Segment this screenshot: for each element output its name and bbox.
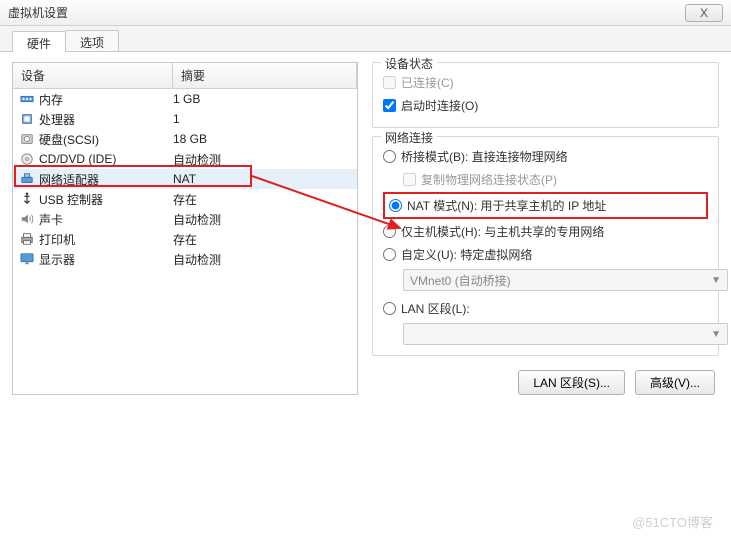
- device-summary: 1 GB: [173, 92, 200, 106]
- sound-icon: [19, 212, 35, 226]
- device-status-group: 设备状态 已连接(C) 启动时连接(O): [372, 62, 719, 128]
- chevron-down-icon: ▼: [711, 275, 721, 286]
- row-highlight-box: [14, 165, 252, 187]
- button-row: LAN 区段(S)... 高级(V)...: [372, 364, 719, 395]
- nat-radio[interactable]: [389, 199, 402, 212]
- chevron-down-icon: ▼: [711, 329, 721, 340]
- disk-icon: [19, 132, 35, 146]
- network-connection-group: 网络连接 桥接模式(B): 直接连接物理网络 复制物理网络连接状态(P) NAT…: [372, 136, 719, 356]
- usb-icon: [19, 192, 35, 206]
- cd-icon: [19, 152, 35, 166]
- connect-on-start-label: 启动时连接(O): [401, 97, 478, 114]
- custom-label: 自定义(U): 特定虚拟网络: [401, 246, 532, 263]
- custom-radio[interactable]: [383, 248, 396, 261]
- device-list-panel: 设备 摘要 内存1 GB处理器1硬盘(SCSI)18 GBCD/DVD (IDE…: [12, 62, 358, 395]
- device-summary: 存在: [173, 191, 197, 208]
- cpu-icon: [19, 112, 35, 126]
- device-name: 硬盘(SCSI): [39, 131, 173, 148]
- lan-segment-dropdown: ▼: [403, 323, 728, 345]
- replicate-checkbox: [403, 173, 416, 186]
- device-row[interactable]: 内存1 GB: [13, 89, 357, 109]
- bridged-option[interactable]: 桥接模式(B): 直接连接物理网络: [383, 145, 708, 168]
- lan-segment-option[interactable]: LAN 区段(L):: [383, 297, 708, 320]
- memory-icon: [19, 92, 35, 106]
- device-row[interactable]: 硬盘(SCSI)18 GB: [13, 129, 357, 149]
- device-summary: 存在: [173, 231, 197, 248]
- device-name: 内存: [39, 91, 173, 108]
- tab-hardware-label: 硬件: [27, 37, 51, 51]
- tabs-bar: 硬件 选项: [0, 26, 731, 52]
- connected-option: 已连接(C): [383, 71, 708, 94]
- custom-network-dropdown: VMnet0 (自动桥接) ▼: [403, 269, 728, 291]
- hostonly-option[interactable]: 仅主机模式(H): 与主机共享的专用网络: [383, 220, 708, 243]
- replicate-option: 复制物理网络连接状态(P): [403, 168, 708, 191]
- device-summary: 自动检测: [173, 211, 221, 228]
- connect-on-start-checkbox[interactable]: [383, 99, 396, 112]
- device-row[interactable]: 打印机存在: [13, 229, 357, 249]
- display-icon: [19, 252, 35, 266]
- lan-segments-label: LAN 区段(S)...: [533, 376, 610, 390]
- connect-on-start-option[interactable]: 启动时连接(O): [383, 94, 708, 117]
- bridged-label: 桥接模式(B): 直接连接物理网络: [401, 148, 568, 165]
- watermark: @51CTO博客: [632, 512, 713, 531]
- replicate-label: 复制物理网络连接状态(P): [421, 171, 557, 188]
- close-icon: X: [700, 6, 708, 20]
- tab-options-label: 选项: [80, 36, 104, 50]
- custom-option[interactable]: 自定义(U): 特定虚拟网络: [383, 243, 708, 266]
- advanced-button[interactable]: 高级(V)...: [635, 370, 715, 395]
- list-header: 设备 摘要: [13, 63, 357, 89]
- tab-options[interactable]: 选项: [65, 30, 119, 51]
- device-name: 处理器: [39, 111, 173, 128]
- device-name: 显示器: [39, 251, 173, 268]
- nat-option[interactable]: NAT 模式(N): 用于共享主机的 IP 地址: [389, 196, 702, 215]
- tab-hardware[interactable]: 硬件: [12, 31, 66, 52]
- col-device-header[interactable]: 设备: [13, 63, 173, 88]
- device-row[interactable]: 声卡自动检测: [13, 209, 357, 229]
- device-name: CD/DVD (IDE): [39, 152, 173, 166]
- window-title: 虚拟机设置: [8, 4, 68, 21]
- lan-label: LAN 区段(L):: [401, 300, 470, 317]
- nat-highlight: NAT 模式(N): 用于共享主机的 IP 地址: [383, 192, 708, 219]
- connected-checkbox: [383, 76, 396, 89]
- connected-label: 已连接(C): [401, 74, 454, 91]
- close-button[interactable]: X: [685, 4, 723, 22]
- device-summary: 1: [173, 112, 180, 126]
- bridged-radio[interactable]: [383, 150, 396, 163]
- advanced-label: 高级(V)...: [650, 376, 700, 390]
- col-summary-header[interactable]: 摘要: [173, 63, 357, 88]
- custom-network-value: VMnet0 (自动桥接): [410, 272, 511, 289]
- device-row[interactable]: 处理器1: [13, 109, 357, 129]
- content-area: 设备 摘要 内存1 GB处理器1硬盘(SCSI)18 GBCD/DVD (IDE…: [0, 52, 731, 405]
- titlebar: 虚拟机设置 X: [0, 0, 731, 26]
- device-name: 声卡: [39, 211, 173, 228]
- network-title: 网络连接: [381, 129, 437, 146]
- device-row[interactable]: USB 控制器存在: [13, 189, 357, 209]
- device-row[interactable]: 显示器自动检测: [13, 249, 357, 269]
- nat-label: NAT 模式(N): 用于共享主机的 IP 地址: [407, 197, 606, 214]
- device-summary: 18 GB: [173, 132, 207, 146]
- device-status-title: 设备状态: [381, 55, 437, 72]
- device-summary: 自动检测: [173, 251, 221, 268]
- lan-radio[interactable]: [383, 302, 396, 315]
- device-name: USB 控制器: [39, 191, 173, 208]
- device-name: 打印机: [39, 231, 173, 248]
- hostonly-label: 仅主机模式(H): 与主机共享的专用网络: [401, 223, 604, 240]
- right-panel: 设备状态 已连接(C) 启动时连接(O) 网络连接 桥接模式(B): 直接连接物…: [372, 62, 719, 395]
- lan-segments-button[interactable]: LAN 区段(S)...: [518, 370, 625, 395]
- hostonly-radio[interactable]: [383, 225, 396, 238]
- printer-icon: [19, 232, 35, 246]
